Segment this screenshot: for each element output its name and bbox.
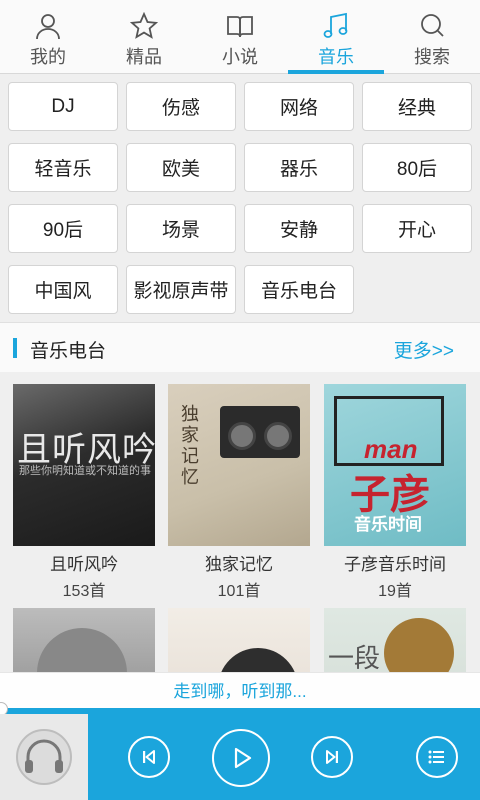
category-button-chinese-style[interactable]: 中国风 — [8, 265, 118, 314]
album-track-count: 19首 — [378, 583, 412, 600]
album-cover: man 子彦 音乐时间 — [324, 384, 466, 546]
tab-label: 精品 — [126, 47, 162, 67]
music-note-icon — [323, 12, 348, 38]
album-name: 且听风吟 — [50, 555, 118, 574]
album-grid: 且听风吟 那些你明知道或不知道的事 且听风吟 153首 独家记忆 独家记忆 10… — [0, 372, 480, 672]
more-link[interactable]: 更多>> — [394, 336, 454, 363]
album-card[interactable]: 且听风吟 那些你明知道或不知道的事 且听风吟 153首 — [13, 384, 155, 601]
category-grid: DJ 伤感 网络 经典 轻音乐 欧美 器乐 80后 90后 场景 安静 开心 中… — [0, 74, 480, 322]
cassette-radio-image — [220, 406, 300, 458]
album-track-count: 153首 — [62, 583, 106, 600]
album-name: 独家记忆 — [205, 555, 273, 574]
headphones-icon — [16, 729, 72, 785]
album-cover: 独家记忆 — [168, 384, 310, 546]
star-icon — [130, 12, 158, 39]
category-button-happy[interactable]: 开心 — [362, 204, 472, 253]
category-button-90s[interactable]: 90后 — [8, 204, 118, 253]
playlist-button[interactable] — [416, 736, 458, 778]
tab-label: 小说 — [222, 47, 258, 67]
section-header: 音乐电台 更多>> — [0, 322, 480, 372]
category-button-classic[interactable]: 经典 — [362, 82, 472, 131]
category-button-soundtrack[interactable]: 影视原声带 — [126, 265, 236, 314]
player-bar — [0, 714, 480, 800]
category-button-80s[interactable]: 80后 — [362, 143, 472, 192]
tab-search[interactable]: 搜索 — [384, 0, 480, 74]
category-button-dj[interactable]: DJ — [8, 82, 118, 131]
tab-label: 搜索 — [414, 47, 450, 67]
cover-subtitle: 音乐时间 — [354, 515, 422, 534]
album-name: 子彦音乐时间 — [344, 555, 446, 574]
cover-subtitle: 那些你明知道或不知道的事 — [19, 465, 151, 477]
album-track-count: 101首 — [217, 583, 261, 600]
gramophone-image — [384, 618, 454, 672]
cover-title: 独家记忆 — [179, 404, 199, 488]
portrait-image — [37, 628, 127, 672]
category-button-scene[interactable]: 场景 — [126, 204, 236, 253]
tab-label: 我的 — [30, 47, 66, 67]
portrait-image — [218, 648, 298, 672]
cover-title: 一段 — [328, 643, 381, 672]
category-button-light-music[interactable]: 轻音乐 — [8, 143, 118, 192]
play-icon — [234, 747, 252, 769]
player-cover[interactable] — [0, 714, 88, 800]
now-playing-text[interactable]: 走到哪，听到那... — [0, 672, 480, 710]
previous-button[interactable] — [128, 736, 170, 778]
top-navigation: 我的 精品 小说 音乐 搜索 — [0, 0, 480, 74]
section-title: 音乐电台 — [30, 341, 107, 362]
album-card[interactable] — [13, 608, 155, 672]
category-button-western[interactable]: 欧美 — [126, 143, 236, 192]
album-cover: 且听风吟 那些你明知道或不知道的事 — [13, 384, 155, 546]
section-accent-bar — [13, 338, 17, 358]
category-button-internet[interactable]: 网络 — [244, 82, 354, 131]
playlist-icon — [428, 750, 444, 764]
cover-brand: man — [364, 434, 418, 464]
category-button-instrumental[interactable]: 器乐 — [244, 143, 354, 192]
category-button-sad[interactable]: 伤感 — [126, 82, 236, 131]
previous-icon — [143, 750, 155, 764]
play-button[interactable] — [212, 729, 270, 787]
album-card[interactable] — [168, 608, 310, 672]
album-card[interactable]: man 子彦 音乐时间 子彦音乐时间 19首 — [324, 384, 466, 601]
tab-mine[interactable]: 我的 — [0, 0, 96, 74]
album-cover: 一段 — [324, 608, 466, 672]
album-cover — [168, 608, 310, 672]
search-icon — [421, 14, 444, 37]
tab-novels[interactable]: 小说 — [192, 0, 288, 74]
user-icon — [36, 14, 60, 40]
album-card[interactable]: 一段 — [324, 608, 466, 672]
tab-music[interactable]: 音乐 — [288, 0, 384, 74]
album-cover — [13, 608, 155, 672]
tab-featured[interactable]: 精品 — [96, 0, 192, 74]
tab-label: 音乐 — [318, 47, 354, 67]
next-icon — [326, 750, 338, 764]
book-icon — [227, 16, 253, 38]
category-button-radio[interactable]: 音乐电台 — [244, 265, 354, 314]
album-card[interactable]: 独家记忆 独家记忆 101首 — [168, 384, 310, 601]
next-button[interactable] — [311, 736, 353, 778]
category-button-quiet[interactable]: 安静 — [244, 204, 354, 253]
